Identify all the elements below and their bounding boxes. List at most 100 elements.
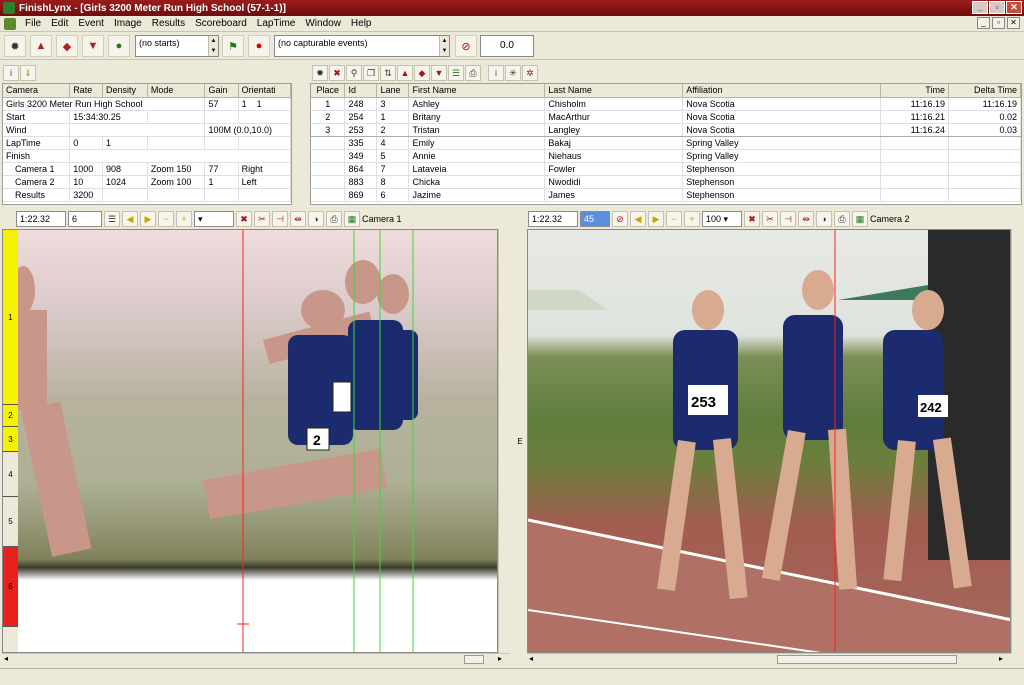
arrow-right-icon[interactable]: ▶ [140, 211, 156, 227]
camera1-row[interactable]: Camera 1 1000 908 Zoom 150 77 Right [3, 162, 292, 176]
save-icon[interactable]: ◆ [414, 65, 430, 81]
menu-window[interactable]: Window [300, 18, 346, 29]
hazard-icon[interactable]: ✖ [236, 211, 252, 227]
result-row[interactable]: 869 6 Jazime James Stephenson [311, 188, 1022, 202]
lane-3-marker[interactable]: 3 [3, 427, 18, 452]
wind-row[interactable]: Wind 100M (0.0,10.0) [3, 123, 291, 137]
menu-laptime[interactable]: LapTime [252, 18, 301, 29]
finish-row[interactable]: Finish [3, 149, 291, 163]
capturable-events-select[interactable]: (no capturable events) ▲ ▼ [274, 35, 450, 57]
print-camera2-icon[interactable]: ⎙ [834, 211, 850, 227]
print-camera1-icon[interactable]: ⎙ [326, 211, 342, 227]
col-lane[interactable]: Lane [376, 84, 410, 98]
menu-image[interactable]: Image [109, 18, 147, 29]
capture-small-icon[interactable]: ✹ [312, 65, 328, 81]
arrow-left-icon[interactable]: ◀ [122, 211, 138, 227]
info-green-icon[interactable]: i [488, 65, 504, 81]
zoom-out-icon[interactable]: − [158, 211, 174, 227]
col-affiliation[interactable]: Affiliation [682, 84, 882, 98]
traffic-light-icon[interactable]: ● [108, 35, 130, 57]
grid-icon[interactable]: ▦ [344, 211, 360, 227]
menu-event[interactable]: Event [73, 18, 109, 29]
arrow-down-icon[interactable]: ⇓ [20, 65, 36, 81]
laptime-row[interactable]: LapTime 0 1 [3, 136, 292, 150]
close-button[interactable]: ✕ [1006, 1, 1022, 14]
scissors-icon[interactable]: ✂ [254, 211, 270, 227]
scroll-thumb-2[interactable] [777, 655, 957, 664]
col-place[interactable]: Place [311, 84, 346, 98]
mdi-restore-button[interactable]: ▫ [992, 17, 1005, 29]
export-icon[interactable]: ▼ [431, 65, 447, 81]
starts-select[interactable]: (no starts) ▲ ▼ [135, 35, 219, 57]
scroll-right-icon[interactable]: ▸ [498, 654, 502, 663]
arrow-left-2-icon[interactable]: ◀ [630, 211, 646, 227]
maximize-button[interactable]: ▫ [989, 1, 1005, 14]
result-row[interactable]: 349 5 Annie Niehaus Spring Valley [311, 149, 1022, 163]
camera2-vertical-scrollbar[interactable] [1011, 229, 1023, 653]
lane-1-marker[interactable]: 1 [3, 230, 18, 405]
camera1-vertical-scrollbar[interactable] [498, 229, 510, 653]
lane-5-marker[interactable]: 5 [3, 497, 18, 547]
result-row[interactable]: 335 4 Emily Bakaj Spring Valley [311, 136, 1022, 150]
camera2-time-field[interactable]: 1:22.32 [528, 211, 578, 227]
scroll-left-icon[interactable]: ◂ [4, 654, 8, 663]
lane-2-marker[interactable]: 2 [3, 405, 18, 427]
zoom-out-2-icon[interactable]: − [666, 211, 682, 227]
open-event-icon[interactable]: ▲ [30, 35, 52, 57]
result-row[interactable]: 883 8 Chicka Nwodidi Stephenson [311, 175, 1022, 189]
contrast-2-icon[interactable]: ◑ [816, 211, 832, 227]
camera1-photofinish-image[interactable]: 2 1 2 3 4 5 6 [2, 229, 498, 653]
camera2-video-image[interactable]: 253 242 [527, 229, 1011, 653]
clear-icon[interactable]: ✲ [522, 65, 538, 81]
lanes-icon[interactable]: ☰ [104, 211, 120, 227]
result-row[interactable]: 1 248 3 Ashley Chisholm Nova Scotia 11:16.19 11… [311, 97, 1022, 111]
list-icon[interactable]: ☰ [448, 65, 464, 81]
print-icon[interactable]: ⎙ [465, 65, 481, 81]
split-both-icon[interactable]: ⇹ [290, 211, 306, 227]
result-row[interactable]: 3 253 2 Tristan Langley Nova Scotia 11:16.24 0.… [311, 122, 1022, 137]
col-last-name[interactable]: Last Name [544, 84, 684, 98]
menu-results[interactable]: Results [147, 18, 190, 29]
camera2-zoom-select[interactable]: 100 ▾ [702, 211, 742, 227]
col-first-name[interactable]: First Name [408, 84, 546, 98]
mdi-close-button[interactable]: ✕ [1007, 17, 1020, 29]
split-icon[interactable]: ✳ [505, 65, 521, 81]
split-left-2-icon[interactable]: ⊣ [780, 211, 796, 227]
capture-icon[interactable]: ✹ [4, 35, 26, 57]
event-name-row[interactable]: Girls 3200 Meter Run High School 57 1 1 [3, 97, 292, 111]
split-both-2-icon[interactable]: ⇹ [798, 211, 814, 227]
minimize-button[interactable]: _ [972, 1, 988, 14]
start-row[interactable]: Start 15:34:30.25 [3, 110, 292, 124]
starts-spin-icon[interactable]: ▲ ▼ [208, 36, 218, 56]
menu-edit[interactable]: Edit [46, 18, 73, 29]
zoom-in-icon[interactable]: + [176, 211, 192, 227]
menu-scoreboard[interactable]: Scoreboard [190, 18, 252, 29]
scroll-right-2-icon[interactable]: ▸ [999, 654, 1003, 663]
no-entry-icon[interactable]: ⊘ [455, 35, 477, 57]
scroll-left-2-icon[interactable]: ◂ [529, 654, 533, 663]
camera2-density-field[interactable]: 45 [580, 211, 610, 227]
camera1-density-field[interactable]: 6 [68, 211, 102, 227]
hazard-2-icon[interactable]: ✖ [744, 211, 760, 227]
save-event-icon[interactable]: ◆ [56, 35, 78, 57]
result-row[interactable]: 864 7 Lataveia Fowler Stephenson [311, 162, 1022, 176]
split-left-icon[interactable]: ⊣ [272, 211, 288, 227]
scroll-thumb[interactable] [464, 655, 484, 664]
result-row[interactable]: 2 254 1 Britany MacArthur Nova Scotia 11:16.21… [311, 110, 1022, 124]
signal-icon[interactable]: ● [248, 35, 270, 57]
camera1-time-field[interactable]: 1:22.32 [16, 211, 66, 227]
sort-icon[interactable]: ⇅ [380, 65, 396, 81]
arm-icon[interactable]: ⚑ [222, 35, 244, 57]
print-event-icon[interactable]: ▼ [82, 35, 104, 57]
stop-icon[interactable]: ⊘ [612, 211, 628, 227]
arrow-right-2-icon[interactable]: ▶ [648, 211, 664, 227]
search-icon[interactable]: ⚲ [346, 65, 362, 81]
camera2-horizontal-scrollbar[interactable]: ◂ ▸ [527, 653, 1011, 665]
results-row[interactable]: Results 3200 [3, 188, 292, 202]
copy-icon[interactable]: ❐ [363, 65, 379, 81]
lane-6-marker[interactable]: 6 [3, 547, 18, 627]
mdi-minimize-button[interactable]: _ [977, 17, 990, 29]
grid-2-icon[interactable]: ▦ [852, 211, 868, 227]
delete-icon[interactable]: ✖ [329, 65, 345, 81]
camera2-row[interactable]: Camera 2 10 1024 Zoom 100 1 Left [3, 175, 292, 189]
